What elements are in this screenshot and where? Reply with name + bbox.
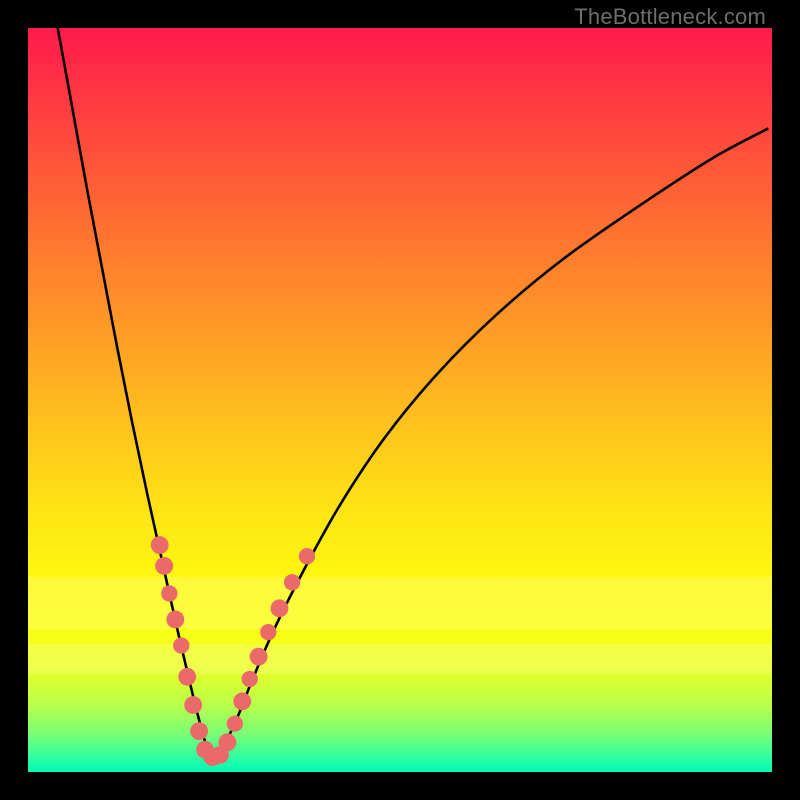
marker-dot	[173, 637, 189, 653]
marker-dot	[151, 536, 169, 554]
marker-dot	[166, 611, 184, 629]
marker-dot	[227, 715, 243, 731]
marker-dot	[184, 696, 202, 714]
marker-dots	[151, 536, 315, 766]
marker-dot	[250, 648, 268, 666]
marker-dot	[161, 585, 177, 601]
chart-overlay	[28, 28, 772, 772]
marker-dot	[299, 548, 315, 564]
marker-dot	[271, 599, 289, 617]
marker-dot	[155, 557, 173, 575]
marker-dot	[178, 668, 196, 686]
bottleneck-curve	[58, 28, 769, 757]
marker-dot	[242, 671, 258, 687]
marker-dot	[190, 722, 208, 740]
outer-frame: TheBottleneck.com	[0, 0, 800, 800]
marker-dot	[260, 624, 276, 640]
marker-dot	[233, 692, 251, 710]
watermark-text: TheBottleneck.com	[574, 4, 766, 30]
marker-dot	[284, 574, 300, 590]
marker-dot	[218, 733, 236, 751]
plot-area	[28, 28, 772, 772]
